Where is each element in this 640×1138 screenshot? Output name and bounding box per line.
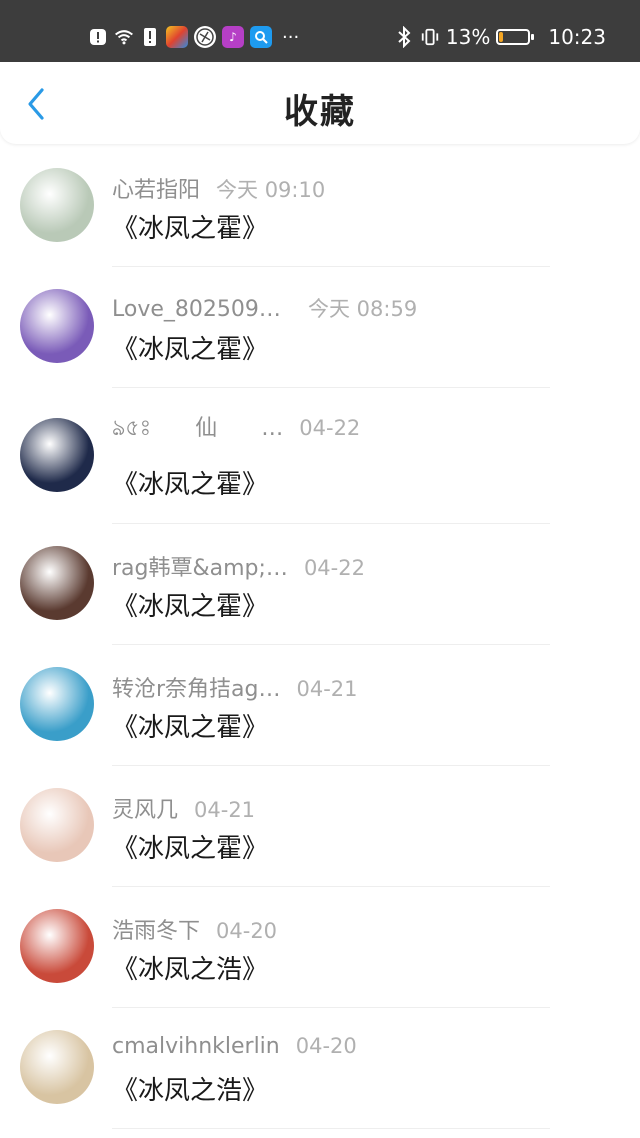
divider bbox=[112, 1128, 550, 1129]
avatar[interactable] bbox=[20, 418, 94, 492]
list-item[interactable]: 心若指阳 今天 09:10 《冰凤之霍》 bbox=[0, 146, 640, 267]
list-item[interactable]: 浩雨冬下 04-20 《冰凤之浩》 bbox=[0, 887, 640, 1008]
avatar[interactable] bbox=[20, 788, 94, 862]
book-title[interactable]: 《冰凤之霍》 bbox=[112, 208, 268, 245]
timestamp: 今天 09:10 bbox=[216, 178, 326, 202]
book-title[interactable]: 《冰凤之霍》 bbox=[112, 329, 268, 366]
user-name[interactable]: cmalvihnklerlin bbox=[112, 1034, 280, 1059]
timestamp: 今天 08:59 bbox=[308, 297, 418, 321]
user-name[interactable]: 浩雨冬下 bbox=[112, 913, 200, 945]
status-bar-left: ♪ ··· bbox=[88, 22, 299, 52]
avatar[interactable] bbox=[20, 168, 94, 242]
user-name[interactable]: rag韩覃&amp;… bbox=[112, 550, 288, 582]
user-name[interactable]: 转沧r奈角拮ag… bbox=[112, 671, 281, 703]
item-meta: Love_8025098… 今天 08:59 bbox=[112, 293, 417, 323]
battery-percent: 13% bbox=[445, 25, 491, 49]
page-title: 收藏 bbox=[284, 92, 356, 132]
list-item[interactable]: 转沧r奈角拮ag… 04-21 《冰凤之霍》 bbox=[0, 645, 640, 766]
more-status-icons: ··· bbox=[282, 26, 300, 48]
item-meta: 灵风几 04-21 bbox=[112, 792, 255, 824]
sim-alert-icon bbox=[140, 27, 160, 47]
favorites-list: 心若指阳 今天 09:10 《冰凤之霍》 Love_8025098… 今天 08:59 《… bbox=[0, 146, 640, 1129]
item-meta: 心若指阳 今天 09:10 bbox=[112, 172, 325, 204]
list-item[interactable]: Love_8025098… 今天 08:59 《冰凤之霍》 bbox=[0, 267, 640, 388]
app-icon bbox=[166, 26, 188, 48]
timestamp: 04-22 bbox=[303, 556, 365, 580]
list-item[interactable]: cmalvihnklerlin 04-20 《冰凤之浩》 bbox=[0, 1008, 640, 1129]
avatar[interactable] bbox=[20, 546, 94, 620]
book-title[interactable]: 《冰凤之霍》 bbox=[112, 828, 268, 865]
timestamp: 04-20 bbox=[295, 1034, 357, 1058]
user-name[interactable]: 心若指阳 bbox=[112, 172, 200, 204]
app-icon bbox=[194, 26, 216, 48]
clock: 10:23 bbox=[548, 25, 606, 49]
list-item[interactable]: rag韩覃&amp;… 04-22 《冰凤之霍》 bbox=[0, 524, 640, 645]
status-bar-right: 13% 10:23 bbox=[394, 22, 606, 52]
timestamp: 04-20 bbox=[216, 919, 278, 943]
battery-icon bbox=[496, 29, 535, 45]
avatar[interactable] bbox=[20, 667, 94, 741]
book-title[interactable]: 《冰凤之霍》 bbox=[112, 586, 268, 623]
status-bar: ♪ ··· 13% 10:23 bbox=[0, 0, 640, 62]
bluetooth-icon bbox=[394, 26, 414, 48]
user-name[interactable]: 灵风几 bbox=[112, 792, 178, 824]
alert-icon bbox=[88, 27, 108, 47]
vibrate-icon bbox=[420, 27, 440, 47]
music-app-icon: ♪ bbox=[222, 26, 244, 48]
wifi-icon bbox=[114, 27, 134, 47]
item-meta: cmalvihnklerlin 04-20 bbox=[112, 1034, 357, 1059]
user-name[interactable]: ঌ৫ঃ 仙 … bbox=[112, 410, 283, 448]
book-title[interactable]: 《冰凤之浩》 bbox=[112, 1070, 268, 1107]
timestamp: 04-21 bbox=[296, 677, 358, 701]
list-item[interactable]: ঌ৫ঃ 仙 … 04-22 《冰凤之霍》 bbox=[0, 388, 640, 524]
avatar[interactable] bbox=[20, 909, 94, 983]
avatar[interactable] bbox=[20, 289, 94, 363]
item-meta: ঌ৫ঃ 仙 … 04-22 bbox=[112, 410, 360, 448]
timestamp: 04-21 bbox=[194, 798, 256, 822]
book-title[interactable]: 《冰凤之霍》 bbox=[112, 707, 268, 744]
item-meta: rag韩覃&amp;… 04-22 bbox=[112, 550, 365, 582]
browser-app-icon bbox=[250, 26, 272, 48]
battery-level bbox=[499, 32, 504, 42]
nav-header: 收藏 bbox=[0, 62, 640, 144]
avatar[interactable] bbox=[20, 1030, 94, 1104]
user-name[interactable]: Love_8025098… bbox=[112, 297, 292, 322]
list-item[interactable]: 灵风几 04-21 《冰凤之霍》 bbox=[0, 766, 640, 887]
book-title[interactable]: 《冰凤之浩》 bbox=[112, 949, 268, 986]
item-meta: 转沧r奈角拮ag… 04-21 bbox=[112, 671, 358, 703]
timestamp: 04-22 bbox=[299, 416, 361, 440]
book-title[interactable]: 《冰凤之霍》 bbox=[112, 464, 268, 501]
item-meta: 浩雨冬下 04-20 bbox=[112, 913, 277, 945]
